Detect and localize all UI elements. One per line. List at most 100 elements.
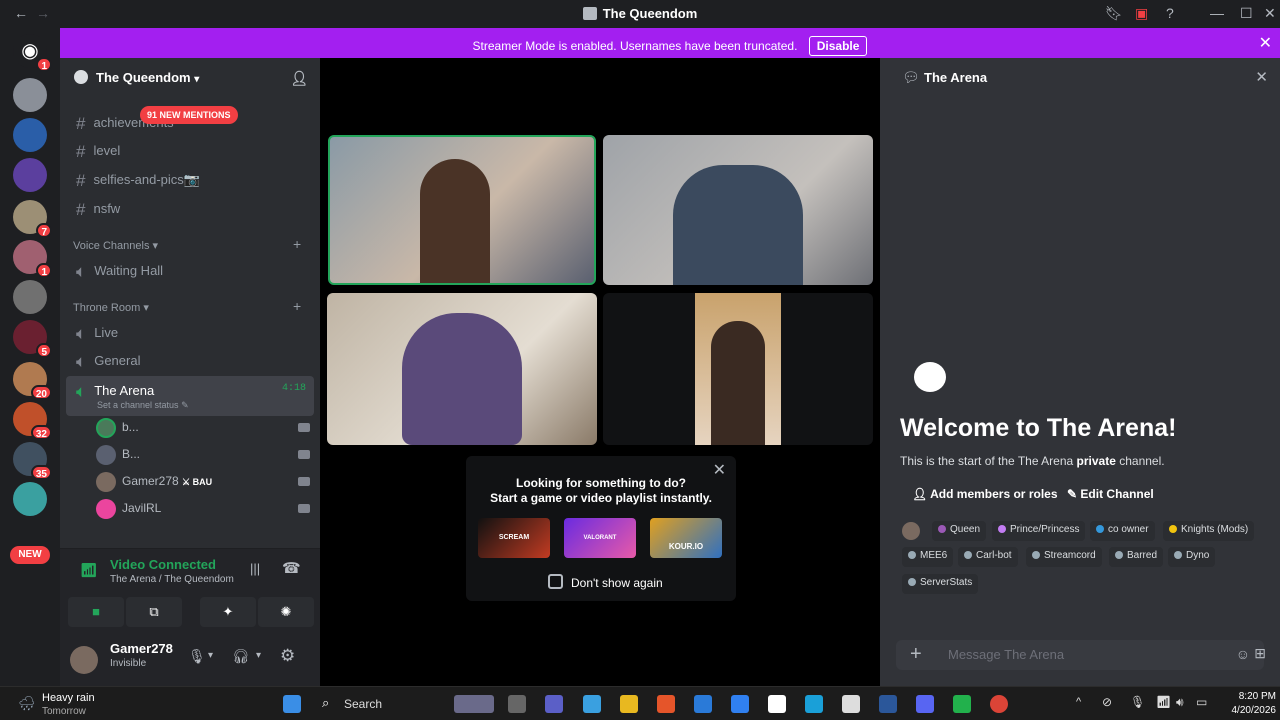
role-chip[interactable]: Knights (Mods) [1163, 521, 1255, 541]
new-mentions-badge[interactable]: 91 NEW MENTIONS [140, 106, 238, 124]
game-thumbnail[interactable]: KOUR.IO [650, 518, 722, 558]
server-icon[interactable]: 7 [13, 200, 52, 238]
firefox-icon[interactable] [657, 695, 675, 713]
server-icon[interactable]: 32 [13, 402, 52, 440]
chrome-icon[interactable] [990, 695, 1008, 713]
mail-icon[interactable] [694, 695, 712, 713]
teams-icon[interactable] [545, 695, 563, 713]
server-icon[interactable] [13, 280, 47, 314]
chevron-down-icon[interactable]: ▾ [256, 650, 261, 661]
game-thumbnail[interactable]: SCREAM [478, 518, 550, 558]
voice-participant[interactable]: Gamer278 ⚔︎ BAU [96, 472, 310, 496]
dropbox-icon[interactable] [731, 695, 749, 713]
server-icon[interactable] [13, 158, 47, 192]
invite-people-icon[interactable]: 👤︎ [290, 70, 308, 87]
avatar[interactable] [902, 522, 920, 540]
role-chip[interactable]: Barred [1109, 547, 1164, 567]
file-explorer-icon[interactable] [620, 695, 638, 713]
server-icon[interactable] [13, 118, 47, 152]
video-tile[interactable] [603, 293, 873, 445]
close-banner-icon[interactable]: ✕ [1259, 33, 1272, 53]
apps-icon[interactable]: ⊞ [1254, 645, 1266, 662]
maximize-icon[interactable]: ☐ [1240, 5, 1253, 22]
role-chip[interactable]: Queen [932, 521, 987, 541]
category-throne-room[interactable]: Throne Room ▾ + [73, 298, 301, 314]
server-icon[interactable]: 35 [13, 442, 52, 480]
role-chip[interactable]: Carl-bot [958, 547, 1018, 567]
add-members-button[interactable]: 👤︎ Add members or roles [912, 487, 1058, 501]
bookmark-icon[interactable]: 🔖︎ [1105, 5, 1123, 22]
settings-gear-icon[interactable]: ⚙︎ [280, 646, 295, 666]
discord-taskbar-icon[interactable] [916, 695, 934, 713]
battery-icon[interactable]: ▭ [1196, 695, 1207, 709]
message-input[interactable]: + Message The Arena ☺ [896, 640, 1264, 670]
guild-header[interactable]: The Queendom ▾ 👤︎ [60, 58, 320, 98]
task-view-icon[interactable] [508, 695, 526, 713]
edge-icon[interactable] [805, 695, 823, 713]
avatar[interactable] [70, 646, 98, 674]
channel-waiting-hall[interactable]: 🔈︎ Waiting Hall [66, 256, 314, 284]
category-voice-channels[interactable]: Voice Channels ▾ + [73, 236, 301, 252]
minimize-icon[interactable]: — [1210, 5, 1224, 21]
chevron-up-icon[interactable]: ^ [1076, 696, 1081, 708]
app-taskbar-icon[interactable] [953, 695, 971, 713]
wifi-icon[interactable]: 📶︎ [1156, 695, 1171, 709]
screen-share-button[interactable]: ⧉ [126, 597, 182, 627]
windows-start-icon[interactable] [283, 695, 301, 713]
role-chip[interactable]: Prince/Princess [992, 521, 1086, 541]
disable-streamer-button[interactable]: Disable [808, 36, 868, 56]
dont-show-label[interactable]: Don't show again [571, 576, 663, 590]
weather-title[interactable]: Heavy rain [42, 692, 95, 704]
dont-show-checkbox[interactable] [548, 574, 563, 589]
channel-nsfw[interactable]: # nsfw [66, 194, 314, 222]
edit-channel-button[interactable]: ✎ Edit Channel [1067, 487, 1154, 501]
copilot-icon[interactable] [583, 695, 601, 713]
server-icon[interactable]: 20 [13, 362, 52, 400]
voice-participant[interactable]: JavilRL [96, 499, 310, 523]
word-icon[interactable] [879, 695, 897, 713]
taskbar-search[interactable]: Search [344, 697, 382, 711]
notion-icon[interactable] [768, 695, 786, 713]
disconnect-icon[interactable]: ☎︎ [282, 559, 301, 577]
inbox-icon[interactable]: ▣ [1135, 5, 1148, 22]
headphones-icon[interactable]: 🎧︎ [232, 648, 250, 665]
role-chip[interactable]: Dyno [1168, 547, 1216, 567]
channel-the-arena[interactable]: 🔈︎ The Arena 4:18 Set a channel status ✎ [66, 376, 314, 416]
voice-participant[interactable]: b... [96, 418, 310, 442]
channel-level[interactable]: # level [66, 136, 314, 164]
attach-plus-icon[interactable]: + [910, 643, 922, 666]
search-icon[interactable]: ⌕ [322, 695, 329, 711]
clock-time[interactable]: 8:20 PM [1226, 691, 1276, 702]
channel-live[interactable]: 🔈︎ Live [66, 318, 314, 346]
create-channel-icon[interactable]: + [293, 298, 301, 314]
soundboard-button[interactable]: ✺ [258, 597, 314, 627]
noise-suppression-icon[interactable]: ||| [250, 561, 260, 576]
microphone-tray-icon[interactable]: 🎙︎ [1130, 695, 1145, 709]
role-chip[interactable]: ServerStats [902, 574, 979, 594]
voice-participant[interactable]: B... [96, 445, 310, 469]
role-chip[interactable]: Streamcord [1026, 547, 1102, 567]
discord-home-icon[interactable]: ◉ 1 [13, 34, 52, 72]
video-tile[interactable] [603, 135, 873, 285]
volume-icon[interactable]: 🔊︎ [1176, 695, 1184, 710]
create-channel-icon[interactable]: + [293, 236, 301, 252]
channel-status[interactable]: Set a channel status ✎ [97, 400, 189, 411]
game-thumbnail[interactable]: VALORANT [564, 518, 636, 558]
new-unreads-badge[interactable]: NEW [10, 546, 50, 564]
close-chat-icon[interactable]: ✕ [1255, 68, 1268, 86]
video-tile[interactable] [327, 293, 597, 445]
server-icon[interactable] [13, 78, 47, 112]
chevron-down-icon[interactable]: ▾ [208, 650, 213, 661]
channel-selfies[interactable]: # selfies-and-pics📷 [66, 165, 314, 193]
voice-status[interactable]: Video Connected [110, 557, 216, 572]
close-window-icon[interactable]: ✕ [1264, 5, 1276, 22]
server-icon[interactable] [13, 482, 47, 516]
emoji-icon[interactable]: ☺ [1236, 646, 1250, 662]
video-tile[interactable] [328, 135, 596, 285]
channel-general[interactable]: 🔈︎ General [66, 346, 314, 374]
signal-icon[interactable]: 📶︎ [80, 562, 98, 579]
role-chip[interactable]: co owner [1090, 521, 1155, 541]
microphone-icon[interactable]: 🎙︎ [188, 648, 206, 665]
tray-icon[interactable]: ⊘ [1102, 695, 1112, 709]
activities-button[interactable]: ✦ [200, 597, 256, 627]
